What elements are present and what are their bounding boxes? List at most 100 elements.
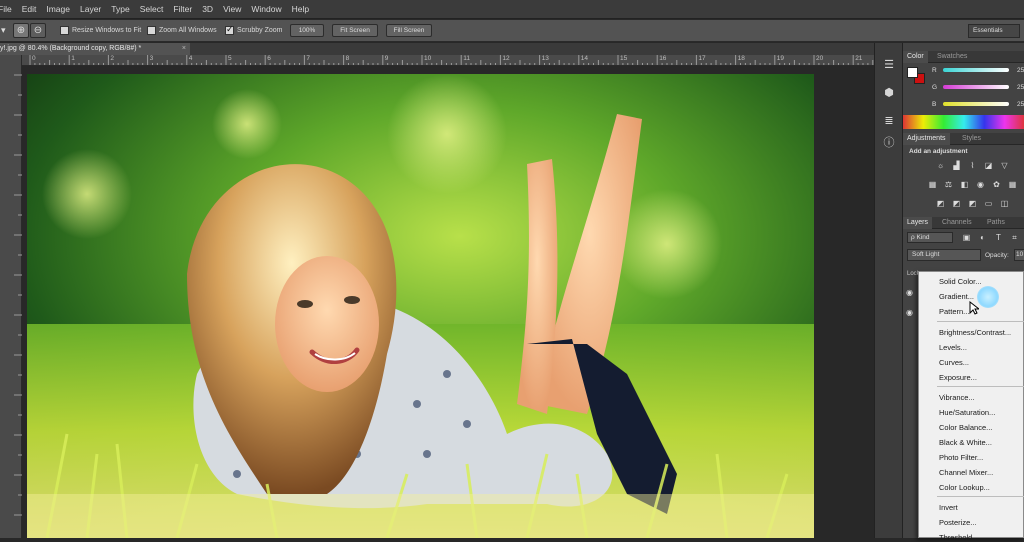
ruler-number: 12 [502,55,510,62]
fit-screen-button[interactable]: Fit Screen [332,24,378,37]
layer-kind-filter[interactable]: ρ Kind [907,232,953,243]
menu-item-brightness-contrast[interactable]: Brightness/Contrast... [939,328,1011,337]
tab-paths[interactable]: Paths [983,217,1009,229]
curves-icon[interactable]: ⌇ [967,161,978,170]
adjustments-panel-tabs: Adjustments Styles [903,133,1024,145]
hue-saturation-icon[interactable]: ▦ [927,180,938,189]
layer-visibility-eye-icon-2[interactable]: ◉ [906,308,918,319]
invert-icon[interactable]: ◩ [935,199,946,208]
menu-filter[interactable]: Filter [173,4,200,14]
menu-item-gradient[interactable]: Gradient... [939,292,974,301]
vertical-ruler [0,55,22,538]
brightness-icon[interactable]: ☼ [935,161,946,170]
menu-item-hue-saturation[interactable]: Hue/Saturation... [939,408,995,417]
properties-icon[interactable]: ≣ [881,113,897,129]
vertical-ruler-ticks [14,74,22,516]
color-balance-icon[interactable]: ⚖ [943,180,954,189]
document-tab[interactable]: y!.jpg @ 80.4% (Background copy, RGB/8#)… [0,43,190,55]
menu-file[interactable]: File [0,4,20,14]
filter-pixel-icon[interactable]: ▣ [961,233,972,242]
panel-icon-strip: ☰ ⬢ ≣ ⓘ [874,43,902,538]
exposure-icon[interactable]: ◪ [983,161,994,170]
info-icon[interactable]: ⓘ [881,135,897,151]
channel-r-value[interactable]: 25 [1017,67,1024,74]
zoom-all-windows-checkbox[interactable] [147,26,156,35]
menu-type[interactable]: Type [111,4,137,14]
black-white-icon[interactable]: ◧ [959,180,970,189]
menu-item-channel-mixer[interactable]: Channel Mixer... [939,468,993,477]
menu-item-color-balance[interactable]: Color Balance... [939,423,992,432]
photo-canvas[interactable] [27,74,814,538]
fill-screen-button[interactable]: Fill Screen [386,24,432,37]
channel-r-label: R [932,67,937,74]
menu-select[interactable]: Select [140,4,172,14]
zoom-100-button[interactable]: 100% [290,24,324,37]
color-panel-tabs: Color Swatches [903,51,1024,63]
menu-layer[interactable]: Layer [80,4,109,14]
ruler-number: 6 [267,55,271,62]
menu-help[interactable]: Help [292,4,317,14]
menu-item-levels[interactable]: Levels... [939,343,967,352]
tab-layers[interactable]: Layers [903,217,933,229]
menu-separator [937,386,1024,387]
filter-type-icon[interactable]: T [993,233,1004,242]
color-lookup-icon[interactable]: ▦ [1007,180,1018,189]
vibrance-icon[interactable]: ▽ [999,161,1010,170]
zoom-in-icon[interactable]: ⊕ [13,23,29,38]
channel-mixer-icon[interactable]: ✿ [991,180,1002,189]
menu-separator [937,496,1024,497]
tab-styles[interactable]: Styles [958,133,985,145]
ruler-number: 8 [345,55,350,62]
ruler-number: 4 [188,55,193,62]
cursor-highlight [977,286,999,308]
menu-window[interactable]: Window [251,4,289,14]
levels-icon[interactable]: ▟ [951,161,962,170]
channel-g-slider[interactable] [943,85,1009,89]
scrubby-zoom-checkbox[interactable] [225,24,234,35]
menu-view[interactable]: View [223,4,249,14]
horizontal-ruler: 0 1 2 3 4 5 6 7 8 9 10 11 12 13 14 15 16 17 18 19 20 21 [22,55,874,66]
add-adjustment-label: Add an adjustment [909,148,968,155]
menu-item-posterize[interactable]: Posterize... [939,518,977,527]
menu-item-photo-filter[interactable]: Photo Filter... [939,453,983,462]
layer-visibility-eye-icon[interactable]: ◉ [906,288,918,299]
tab-swatches[interactable]: Swatches [933,51,971,63]
menu-edit[interactable]: Edit [22,4,45,14]
menu-item-pattern[interactable]: Pattern... [939,307,969,316]
channel-b-slider[interactable] [943,102,1009,106]
opacity-input[interactable]: 10 [1014,249,1024,261]
menu-item-solid-color[interactable]: Solid Color... [939,277,982,286]
threshold-icon[interactable]: ◩ [967,199,978,208]
ruler-number: 0 [32,55,36,62]
menu-image[interactable]: Image [46,4,78,14]
posterize-icon[interactable]: ◩ [951,199,962,208]
channel-g-value[interactable]: 25 [1017,84,1024,91]
channel-r-slider[interactable] [943,68,1009,72]
tab-adjustments[interactable]: Adjustments [903,133,950,145]
menu-item-curves[interactable]: Curves... [939,358,969,367]
tab-channels[interactable]: Channels [938,217,976,229]
menu-item-invert[interactable]: Invert [939,503,958,512]
menu-item-exposure[interactable]: Exposure... [939,373,977,382]
tool-preset-arrow-icon[interactable]: ▾ [1,25,6,36]
gradient-map-icon[interactable]: ▭ [983,199,994,208]
history-icon[interactable]: ☰ [881,57,897,73]
close-tab-icon[interactable]: × [182,43,186,55]
workspace-select[interactable]: Essentials [968,24,1020,38]
tab-color[interactable]: Color [903,51,928,63]
menu-item-black-white[interactable]: Black & White... [939,438,992,447]
resize-windows-checkbox[interactable] [60,26,69,35]
menu-3d[interactable]: 3D [202,4,221,14]
color-ramp[interactable] [903,115,1024,129]
blend-mode-select[interactable]: Soft Light [907,249,981,261]
3d-cube-icon[interactable]: ⬢ [881,85,897,101]
menu-item-vibrance[interactable]: Vibrance... [939,393,975,402]
filter-shape-icon[interactable]: ⌗ [1009,233,1020,242]
filter-adjustment-icon[interactable]: ◐ [977,233,988,242]
photo-filter-icon[interactable]: ◉ [975,180,986,189]
foreground-color-swatch[interactable] [907,67,918,78]
selective-color-icon[interactable]: ◫ [999,199,1010,208]
zoom-out-icon[interactable]: ⊖ [30,23,46,38]
channel-b-value[interactable]: 25 [1017,101,1024,108]
menu-item-color-lookup[interactable]: Color Lookup... [939,483,990,492]
